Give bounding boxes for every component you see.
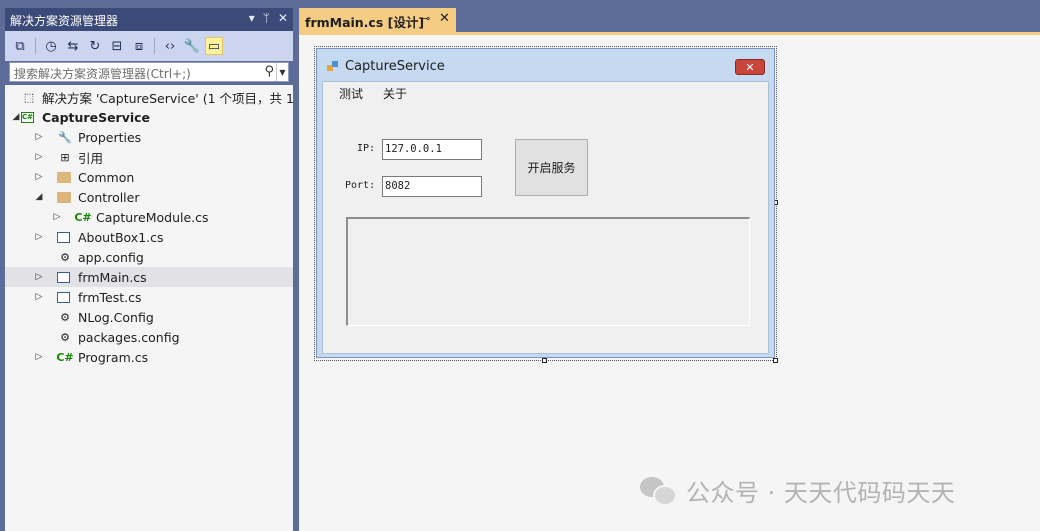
form-close-button[interactable]: ✕ (735, 59, 765, 75)
csharp-file-icon: C# (74, 210, 92, 224)
solution-explorer-header: 解决方案资源管理器 ▾ ᛘ ✕ (5, 8, 293, 31)
tree-item-label: AboutBox1.cs (78, 229, 164, 245)
collapsed-chevron-icon[interactable]: ▷ (34, 152, 44, 162)
form-menu-bar: 测试 关于 (323, 82, 768, 103)
tree-item[interactable]: ⚙ packages.config (5, 327, 293, 347)
app-icon (327, 61, 339, 72)
tree-item-label: 引用 (78, 150, 104, 166)
tree-item[interactable]: ⚙ NLog.Config (5, 307, 293, 327)
tree-item-label: app.config (78, 249, 144, 265)
folder-icon (57, 171, 71, 183)
tree-item-label: NLog.Config (78, 309, 154, 325)
tree-item[interactable]: ⚙ app.config (5, 247, 293, 267)
references-icon: ⊞ (60, 150, 70, 164)
pin-icon[interactable]: ᛘ (263, 11, 270, 25)
resize-handle-bottom[interactable] (542, 358, 547, 363)
properties-wrench-icon[interactable]: 🔧 (183, 37, 201, 55)
port-label: Port: (345, 180, 376, 191)
search-options-dropdown-icon[interactable]: ▼ (276, 63, 288, 81)
tree-item-label: Controller (78, 189, 140, 205)
header-controls: ▾ ᛘ ✕ (249, 11, 288, 25)
folder-icon (57, 191, 71, 203)
wrench-icon: 🔧 (58, 130, 72, 144)
tree-item[interactable]: ▷ C# CaptureModule.cs (5, 207, 293, 227)
solution-tree: ⬚ 解决方案 'CaptureService' (1 个项目，共 1 个) ◢ C# C… (5, 85, 293, 531)
ip-input[interactable]: 127.0.0.1 (382, 139, 482, 160)
tree-item[interactable]: ▷ AboutBox1.cs (5, 227, 293, 247)
solution-explorer-toolbar: ⧉ ◷ ⇆ ↻ ⊟ ⧈ ‹› 🔧 ▭ (5, 31, 293, 61)
tree-item-label: CaptureModule.cs (96, 209, 209, 225)
sync-active-document-icon[interactable]: ⇆ (64, 37, 82, 55)
tree-item-label: packages.config (78, 329, 180, 345)
tree-item[interactable]: ◢ Controller (5, 187, 293, 207)
tree-item[interactable]: ▷ C# Program.cs (5, 347, 293, 367)
tab-frmmain-design[interactable]: frmMain.cs [设计] ⊸ ✕ (299, 8, 456, 32)
watermark: 公众号 · 天天代码码天天 (640, 472, 955, 508)
toolbar-separator (154, 38, 155, 54)
expanded-chevron-icon[interactable]: ◢ (11, 112, 21, 122)
form-title: CaptureService (345, 59, 445, 74)
close-icon[interactable]: ✕ (278, 11, 288, 25)
tab-close-icon[interactable]: ✕ (439, 11, 450, 26)
tree-item-label: Common (78, 169, 135, 185)
config-file-icon: ⚙ (60, 250, 70, 264)
tab-pin-icon[interactable]: ⊸ (421, 12, 430, 25)
start-service-button[interactable]: 开启服务 (515, 139, 588, 196)
collapsed-chevron-icon[interactable]: ▷ (34, 272, 44, 282)
config-file-icon: ⚙ (60, 310, 70, 324)
collapsed-chevron-icon[interactable]: ▷ (34, 352, 44, 362)
collapsed-chevron-icon[interactable]: ▷ (34, 292, 44, 302)
ip-label: IP: (357, 143, 376, 154)
show-all-files-icon[interactable]: ⧈ (130, 37, 148, 55)
collapse-all-icon[interactable]: ⊟ (108, 37, 126, 55)
menu-item-about[interactable]: 关于 (383, 85, 407, 102)
solution-search-input[interactable]: 搜索解决方案资源管理器(Ctrl+;) ⚲ ▼ (9, 62, 289, 82)
solution-icon: ⬚ (23, 90, 35, 104)
designer-form-window[interactable]: CaptureService ✕ 测试 关于 IP: 127.0.0.1 Por… (316, 48, 775, 358)
wechat-logo-icon (640, 475, 677, 506)
preview-selected-icon[interactable]: ▭ (205, 37, 223, 55)
form-client-area: 测试 关于 IP: 127.0.0.1 Port: 8082 开启服务 (322, 81, 769, 354)
refresh-icon[interactable]: ↻ (86, 37, 104, 55)
tree-item-label: 解决方案 'CaptureService' (1 个项目，共 1 个) (42, 90, 293, 106)
tree-item-label: frmMain.cs (78, 269, 147, 285)
tree-item[interactable]: ◢ C# CaptureService (5, 107, 293, 127)
port-input[interactable]: 8082 (382, 176, 482, 197)
tree-item[interactable]: ▷ frmMain.cs (5, 267, 293, 287)
config-file-icon: ⚙ (60, 330, 70, 344)
switch-views-icon[interactable]: ⧉ (11, 37, 29, 55)
solution-explorer-title: 解决方案资源管理器 (10, 14, 119, 28)
tree-item[interactable]: ▷ frmTest.cs (5, 287, 293, 307)
tree-item[interactable]: ▷ Common (5, 167, 293, 187)
tree-item[interactable]: ▷ 🔧 Properties (5, 127, 293, 147)
tree-item-label: frmTest.cs (78, 289, 142, 305)
search-icon[interactable]: ⚲ (264, 64, 274, 79)
tree-item-label: Properties (78, 129, 142, 145)
collapsed-chevron-icon[interactable]: ▷ (52, 212, 62, 222)
tab-label: frmMain.cs [设计] (305, 15, 425, 30)
form-file-icon (57, 271, 70, 283)
tree-item[interactable]: ▷ ⊞ 引用 (5, 147, 293, 167)
collapsed-chevron-icon[interactable]: ▷ (34, 232, 44, 242)
form-file-icon (57, 291, 70, 303)
search-placeholder: 搜索解决方案资源管理器(Ctrl+;) (14, 67, 191, 81)
collapsed-chevron-icon[interactable]: ▷ (34, 132, 44, 142)
csharp-file-icon: C# (56, 350, 74, 364)
chevron-down-icon[interactable]: ▾ (249, 11, 255, 25)
solution-explorer-panel: 解决方案资源管理器 ▾ ᛘ ✕ ⧉ ◷ ⇆ ↻ ⊟ ⧈ ‹› 🔧 ▭ 搜索解决方… (0, 0, 293, 531)
tree-item-label: Program.cs (78, 349, 149, 365)
pending-changes-icon[interactable]: ◷ (42, 37, 60, 55)
expanded-chevron-icon[interactable]: ◢ (34, 192, 44, 202)
menu-item-test[interactable]: 测试 (339, 85, 363, 102)
resize-handle-corner[interactable] (773, 358, 778, 363)
view-code-icon[interactable]: ‹› (161, 37, 179, 55)
toolbar-separator (35, 38, 36, 54)
log-textbox[interactable] (346, 217, 750, 326)
tree-item[interactable]: ⬚ 解决方案 'CaptureService' (1 个项目，共 1 个) (5, 87, 293, 107)
collapsed-chevron-icon[interactable]: ▷ (34, 172, 44, 182)
form-file-icon (57, 231, 70, 243)
watermark-text: 公众号 · 天天代码码天天 (686, 478, 956, 507)
csharp-project-icon: C# (21, 111, 34, 123)
tree-item-label: CaptureService (42, 109, 151, 125)
